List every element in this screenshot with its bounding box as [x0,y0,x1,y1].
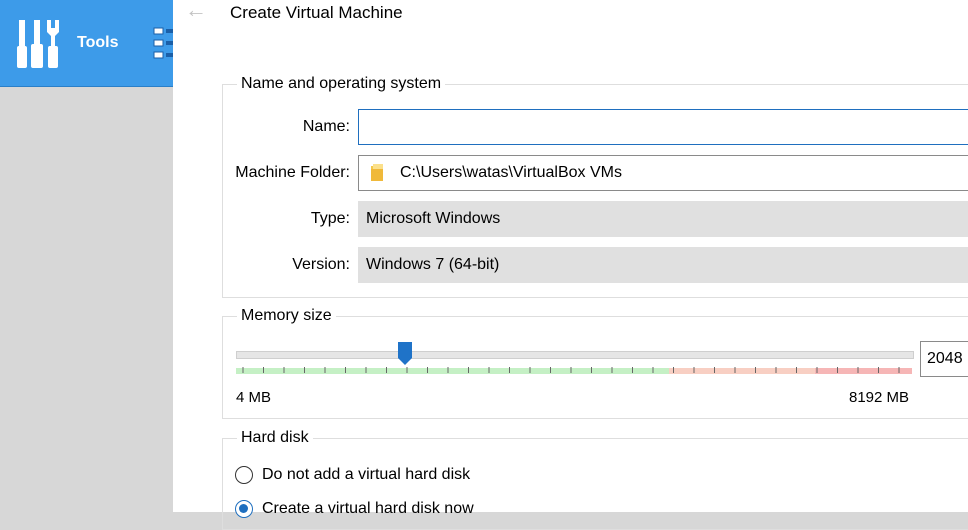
memory-max-label: 8192 MB [849,389,910,406]
machine-list-pane [0,87,173,512]
machine-folder-value: C:\Users\watas\VirtualBox VMs [400,164,622,181]
radio-button[interactable] [235,466,253,484]
name-input[interactable] [358,109,968,145]
radio-label: Create a virtual hard disk now [262,500,474,518]
memory-size-input[interactable]: 2048 [920,341,968,377]
group-title-name-os: Name and operating system [237,75,446,93]
name-label: Name: [302,118,350,135]
name-os-group: Name and operating system Name: Machine … [222,75,968,298]
version-select[interactable]: Windows 7 (64-bit) [358,247,968,283]
type-label: Type: [310,210,350,227]
type-select-value: Microsoft Windows [366,210,501,227]
type-select[interactable]: Microsoft Windows [358,201,968,237]
tools-label: Tools [77,34,119,51]
radio-no-disk[interactable]: Do not add a virtual hard disk [235,466,470,484]
create-vm-dialog: ← Create Virtual Machine Name and operat… [173,0,968,530]
radio-label: Do not add a virtual hard disk [262,466,471,484]
dialog-title: Create Virtual Machine [230,3,403,22]
machine-folder-field[interactable]: C:\Users\watas\VirtualBox VMs [358,155,968,191]
back-arrow-icon[interactable]: ← [185,0,209,21]
group-title-hard-disk: Hard disk [237,429,313,447]
hard-disk-group: Hard disk Do not add a virtual hard disk… [222,429,968,530]
tools-icon [17,20,59,68]
folder-icon [371,164,383,181]
memory-slider-scale [236,367,912,374]
version-label: Version: [292,256,350,273]
version-select-value: Windows 7 (64-bit) [366,256,500,273]
memory-group: Memory size 4 MB 8192 MB 2048 [222,307,968,419]
group-title-memory: Memory size [237,307,336,325]
memory-slider-track[interactable] [236,351,914,359]
radio-create-disk[interactable]: Create a virtual hard disk now [235,500,474,518]
radio-button[interactable] [235,500,253,518]
tools-bar[interactable]: Tools [0,0,173,87]
memory-min-label: 4 MB [236,389,272,406]
machine-folder-label: Machine Folder: [235,164,350,181]
menu-icon[interactable] [152,26,173,62]
memory-slider-handle[interactable] [398,342,412,366]
